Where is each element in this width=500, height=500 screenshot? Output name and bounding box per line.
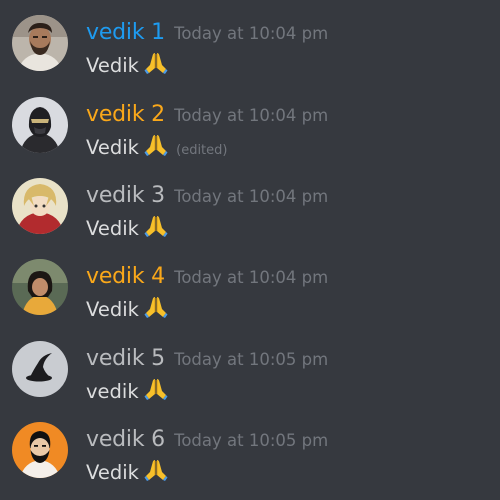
girl-photo-avatar bbox=[12, 259, 68, 315]
username[interactable]: vedik 1 bbox=[86, 20, 165, 45]
timestamp[interactable]: Today at 10:05 pm bbox=[174, 431, 328, 450]
message-text: Vedik bbox=[86, 217, 139, 240]
folded-hands-icon bbox=[144, 458, 168, 487]
masked-figure-avatar bbox=[12, 97, 68, 153]
timestamp[interactable]: Today at 10:04 pm bbox=[174, 106, 328, 125]
message-content: Vedik bbox=[86, 295, 168, 324]
message-text: Vedik bbox=[86, 298, 139, 321]
witch-hat-avatar bbox=[12, 341, 68, 397]
message-item: vedik 6 Today at 10:05 pm Vedik bbox=[0, 407, 500, 489]
cartoon-man-avatar bbox=[12, 422, 68, 478]
user-avatar[interactable] bbox=[12, 15, 68, 71]
message-header: vedik 3 Today at 10:04 pm bbox=[86, 183, 328, 208]
message-header: vedik 4 Today at 10:04 pm bbox=[86, 264, 328, 289]
username[interactable]: vedik 4 bbox=[86, 264, 165, 289]
bearded-man-avatar bbox=[12, 15, 68, 71]
username[interactable]: vedik 6 bbox=[86, 427, 165, 452]
message-item: vedik 3 Today at 10:04 pm Vedik bbox=[0, 163, 500, 245]
message-text: Vedik bbox=[86, 54, 139, 77]
timestamp[interactable]: Today at 10:04 pm bbox=[174, 268, 328, 287]
message-header: vedik 5 Today at 10:05 pm bbox=[86, 346, 328, 371]
chat-message-list: vedik 1 Today at 10:04 pm Vedik vedik 2 … bbox=[0, 0, 500, 500]
user-avatar[interactable] bbox=[12, 178, 68, 234]
timestamp[interactable]: Today at 10:04 pm bbox=[174, 187, 328, 206]
anime-character-avatar bbox=[12, 178, 68, 234]
message-text: vedik bbox=[86, 380, 139, 403]
message-item: vedik 1 Today at 10:04 pm Vedik bbox=[0, 0, 500, 82]
folded-hands-icon bbox=[144, 377, 168, 406]
user-avatar[interactable] bbox=[12, 259, 68, 315]
timestamp[interactable]: Today at 10:04 pm bbox=[174, 24, 328, 43]
user-avatar[interactable] bbox=[12, 341, 68, 397]
user-avatar[interactable] bbox=[12, 97, 68, 153]
folded-hands-icon bbox=[144, 214, 168, 243]
username[interactable]: vedik 3 bbox=[86, 183, 165, 208]
message-header: vedik 2 Today at 10:04 pm bbox=[86, 102, 328, 127]
message-item: vedik 5 Today at 10:05 pm vedik bbox=[0, 326, 500, 408]
message-text: Vedik bbox=[86, 136, 139, 159]
message-content: Vedik bbox=[86, 214, 168, 243]
message-item: vedik 4 Today at 10:04 pm Vedik bbox=[0, 244, 500, 326]
message-header: vedik 1 Today at 10:04 pm bbox=[86, 20, 328, 45]
edited-label[interactable]: (edited) bbox=[176, 143, 227, 158]
folded-hands-icon bbox=[144, 295, 168, 324]
message-content: Vedik bbox=[86, 458, 168, 487]
timestamp[interactable]: Today at 10:05 pm bbox=[174, 350, 328, 369]
username[interactable]: vedik 5 bbox=[86, 346, 165, 371]
message-content: vedik bbox=[86, 377, 168, 406]
message-content: Vedik (edited) bbox=[86, 133, 227, 162]
message-item: vedik 2 Today at 10:04 pm Vedik (edited) bbox=[0, 82, 500, 164]
user-avatar[interactable] bbox=[12, 422, 68, 478]
folded-hands-icon bbox=[144, 51, 168, 80]
message-content: Vedik bbox=[86, 51, 168, 80]
message-text: Vedik bbox=[86, 461, 139, 484]
message-header: vedik 6 Today at 10:05 pm bbox=[86, 427, 328, 452]
username[interactable]: vedik 2 bbox=[86, 102, 165, 127]
folded-hands-icon bbox=[144, 133, 168, 162]
